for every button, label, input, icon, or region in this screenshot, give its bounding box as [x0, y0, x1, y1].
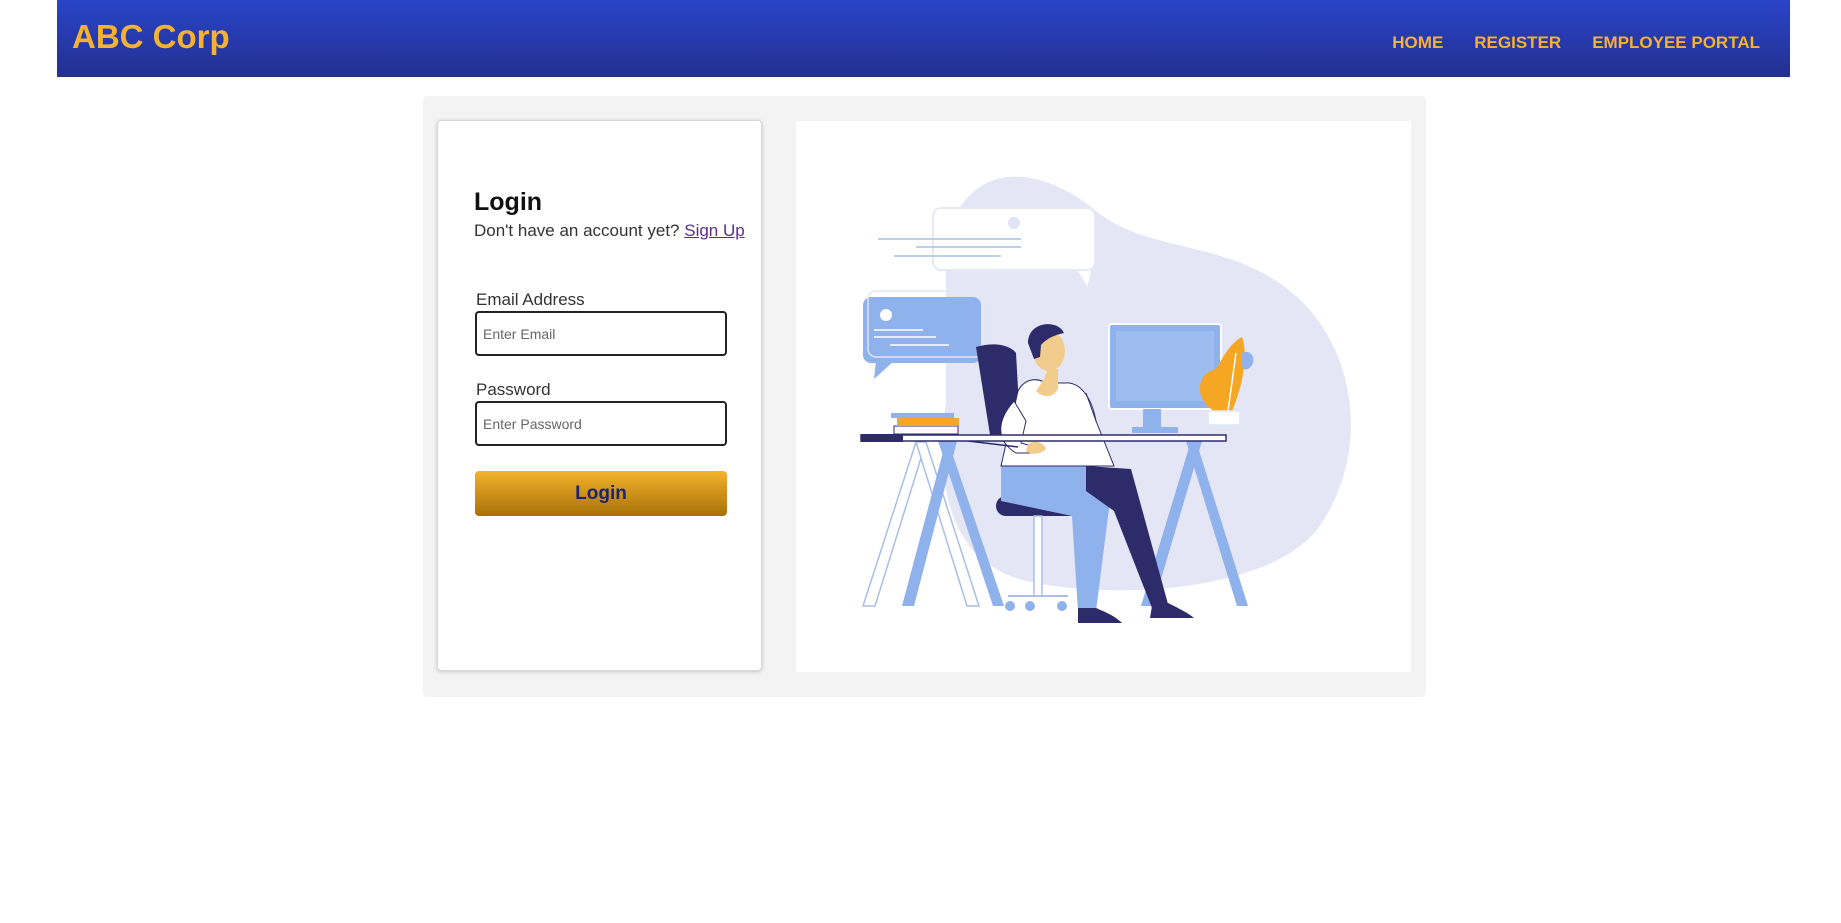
- login-card: Login Don't have an account yet? Sign Up…: [437, 120, 762, 671]
- email-input[interactable]: [475, 311, 727, 356]
- sign-up-link[interactable]: Sign Up: [684, 221, 744, 240]
- login-page-panel: Login Don't have an account yet? Sign Up…: [423, 96, 1426, 697]
- signup-prompt: Don't have an account yet? Sign Up: [474, 221, 745, 241]
- login-button[interactable]: Login: [475, 471, 727, 516]
- nav-link-register[interactable]: REGISTER: [1474, 33, 1561, 53]
- email-label: Email Address: [476, 290, 585, 309]
- office-worker-illustration: [860, 176, 1351, 623]
- illustration-panel: [796, 121, 1411, 672]
- books-icon: [891, 413, 959, 435]
- login-title: Login: [474, 188, 543, 216]
- nav-link-employee-portal[interactable]: EMPLOYEE PORTAL: [1592, 33, 1760, 53]
- password-label: Password: [476, 380, 551, 399]
- signup-prompt-text: Don't have an account yet?: [474, 221, 680, 240]
- nav-link-home[interactable]: HOME: [1392, 33, 1443, 53]
- desk-top: [860, 434, 1227, 442]
- nav-links: HOME REGISTER EMPLOYEE PORTAL: [1392, 33, 1760, 53]
- top-navbar: ABC Corp HOME REGISTER EMPLOYEE PORTAL: [57, 0, 1790, 77]
- brand-logo-link[interactable]: ABC Corp: [72, 18, 230, 56]
- password-input[interactable]: [475, 401, 727, 446]
